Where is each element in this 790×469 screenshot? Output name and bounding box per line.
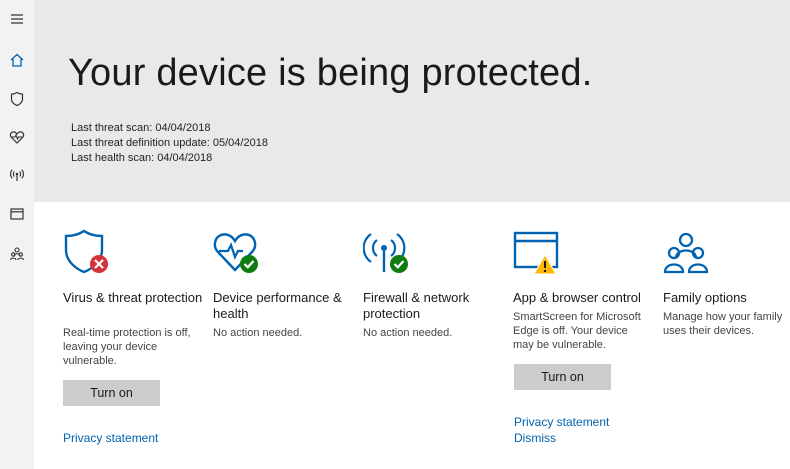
last-threat-scan: Last threat scan: 04/04/2018	[71, 122, 211, 134]
shield-error-icon	[64, 229, 108, 274]
sidebar-item-family[interactable]	[0, 240, 34, 268]
family-icon	[9, 247, 25, 261]
tile-title: Family options	[663, 290, 747, 305]
tile-description: Manage how your family uses their device…	[663, 311, 783, 337]
firewall-check-icon	[363, 233, 408, 273]
browser-privacy-statement-link[interactable]: Privacy statement	[514, 415, 609, 429]
hero-banner: Your device is being protected. Last thr…	[34, 0, 790, 202]
tile-title: App & browser control	[513, 290, 641, 305]
tile-description: Real-time protection is off, leaving you…	[63, 327, 191, 367]
last-health-scan: Last health scan: 04/04/2018	[71, 152, 213, 164]
home-icon	[10, 53, 24, 67]
tile-description: No action needed.	[213, 327, 303, 339]
antenna-icon	[10, 169, 24, 181]
heart-pulse-icon	[9, 131, 25, 144]
sidebar-item-home[interactable]	[0, 46, 34, 74]
tile-title: Virus & threat protection	[63, 290, 203, 305]
sidebar-item-virus-protection[interactable]	[0, 85, 34, 113]
browser-dismiss-link[interactable]: Dismiss	[514, 431, 556, 445]
virus-turn-on-button[interactable]: Turn on	[63, 380, 160, 406]
page-title: Your device is being protected.	[68, 52, 593, 94]
sidebar	[0, 0, 34, 469]
menu-button[interactable]	[0, 5, 34, 33]
browser-warning-icon	[513, 231, 559, 275]
family-icon	[663, 232, 709, 274]
sidebar-item-app-browser[interactable]	[0, 200, 34, 228]
virus-privacy-statement-link[interactable]: Privacy statement	[63, 431, 158, 445]
sidebar-item-firewall[interactable]	[0, 161, 34, 189]
heart-check-icon	[213, 233, 258, 273]
tile-description: No action needed.	[363, 327, 453, 339]
browser-window-icon	[10, 208, 24, 220]
last-definition-update: Last threat definition update: 05/04/201…	[71, 137, 268, 149]
hamburger-icon	[11, 14, 23, 24]
tile-description: SmartScreen for Microsoft Edge is off. Y…	[513, 311, 641, 351]
shield-icon	[10, 91, 24, 107]
scan-summary: Last threat scan: 04/04/2018 Last threat…	[71, 121, 268, 166]
browser-turn-on-button[interactable]: Turn on	[514, 364, 611, 390]
sidebar-item-device-health[interactable]	[0, 123, 34, 151]
tile-title: Firewall & network protection	[363, 290, 470, 321]
tile-title: Device performance & health	[213, 290, 342, 321]
